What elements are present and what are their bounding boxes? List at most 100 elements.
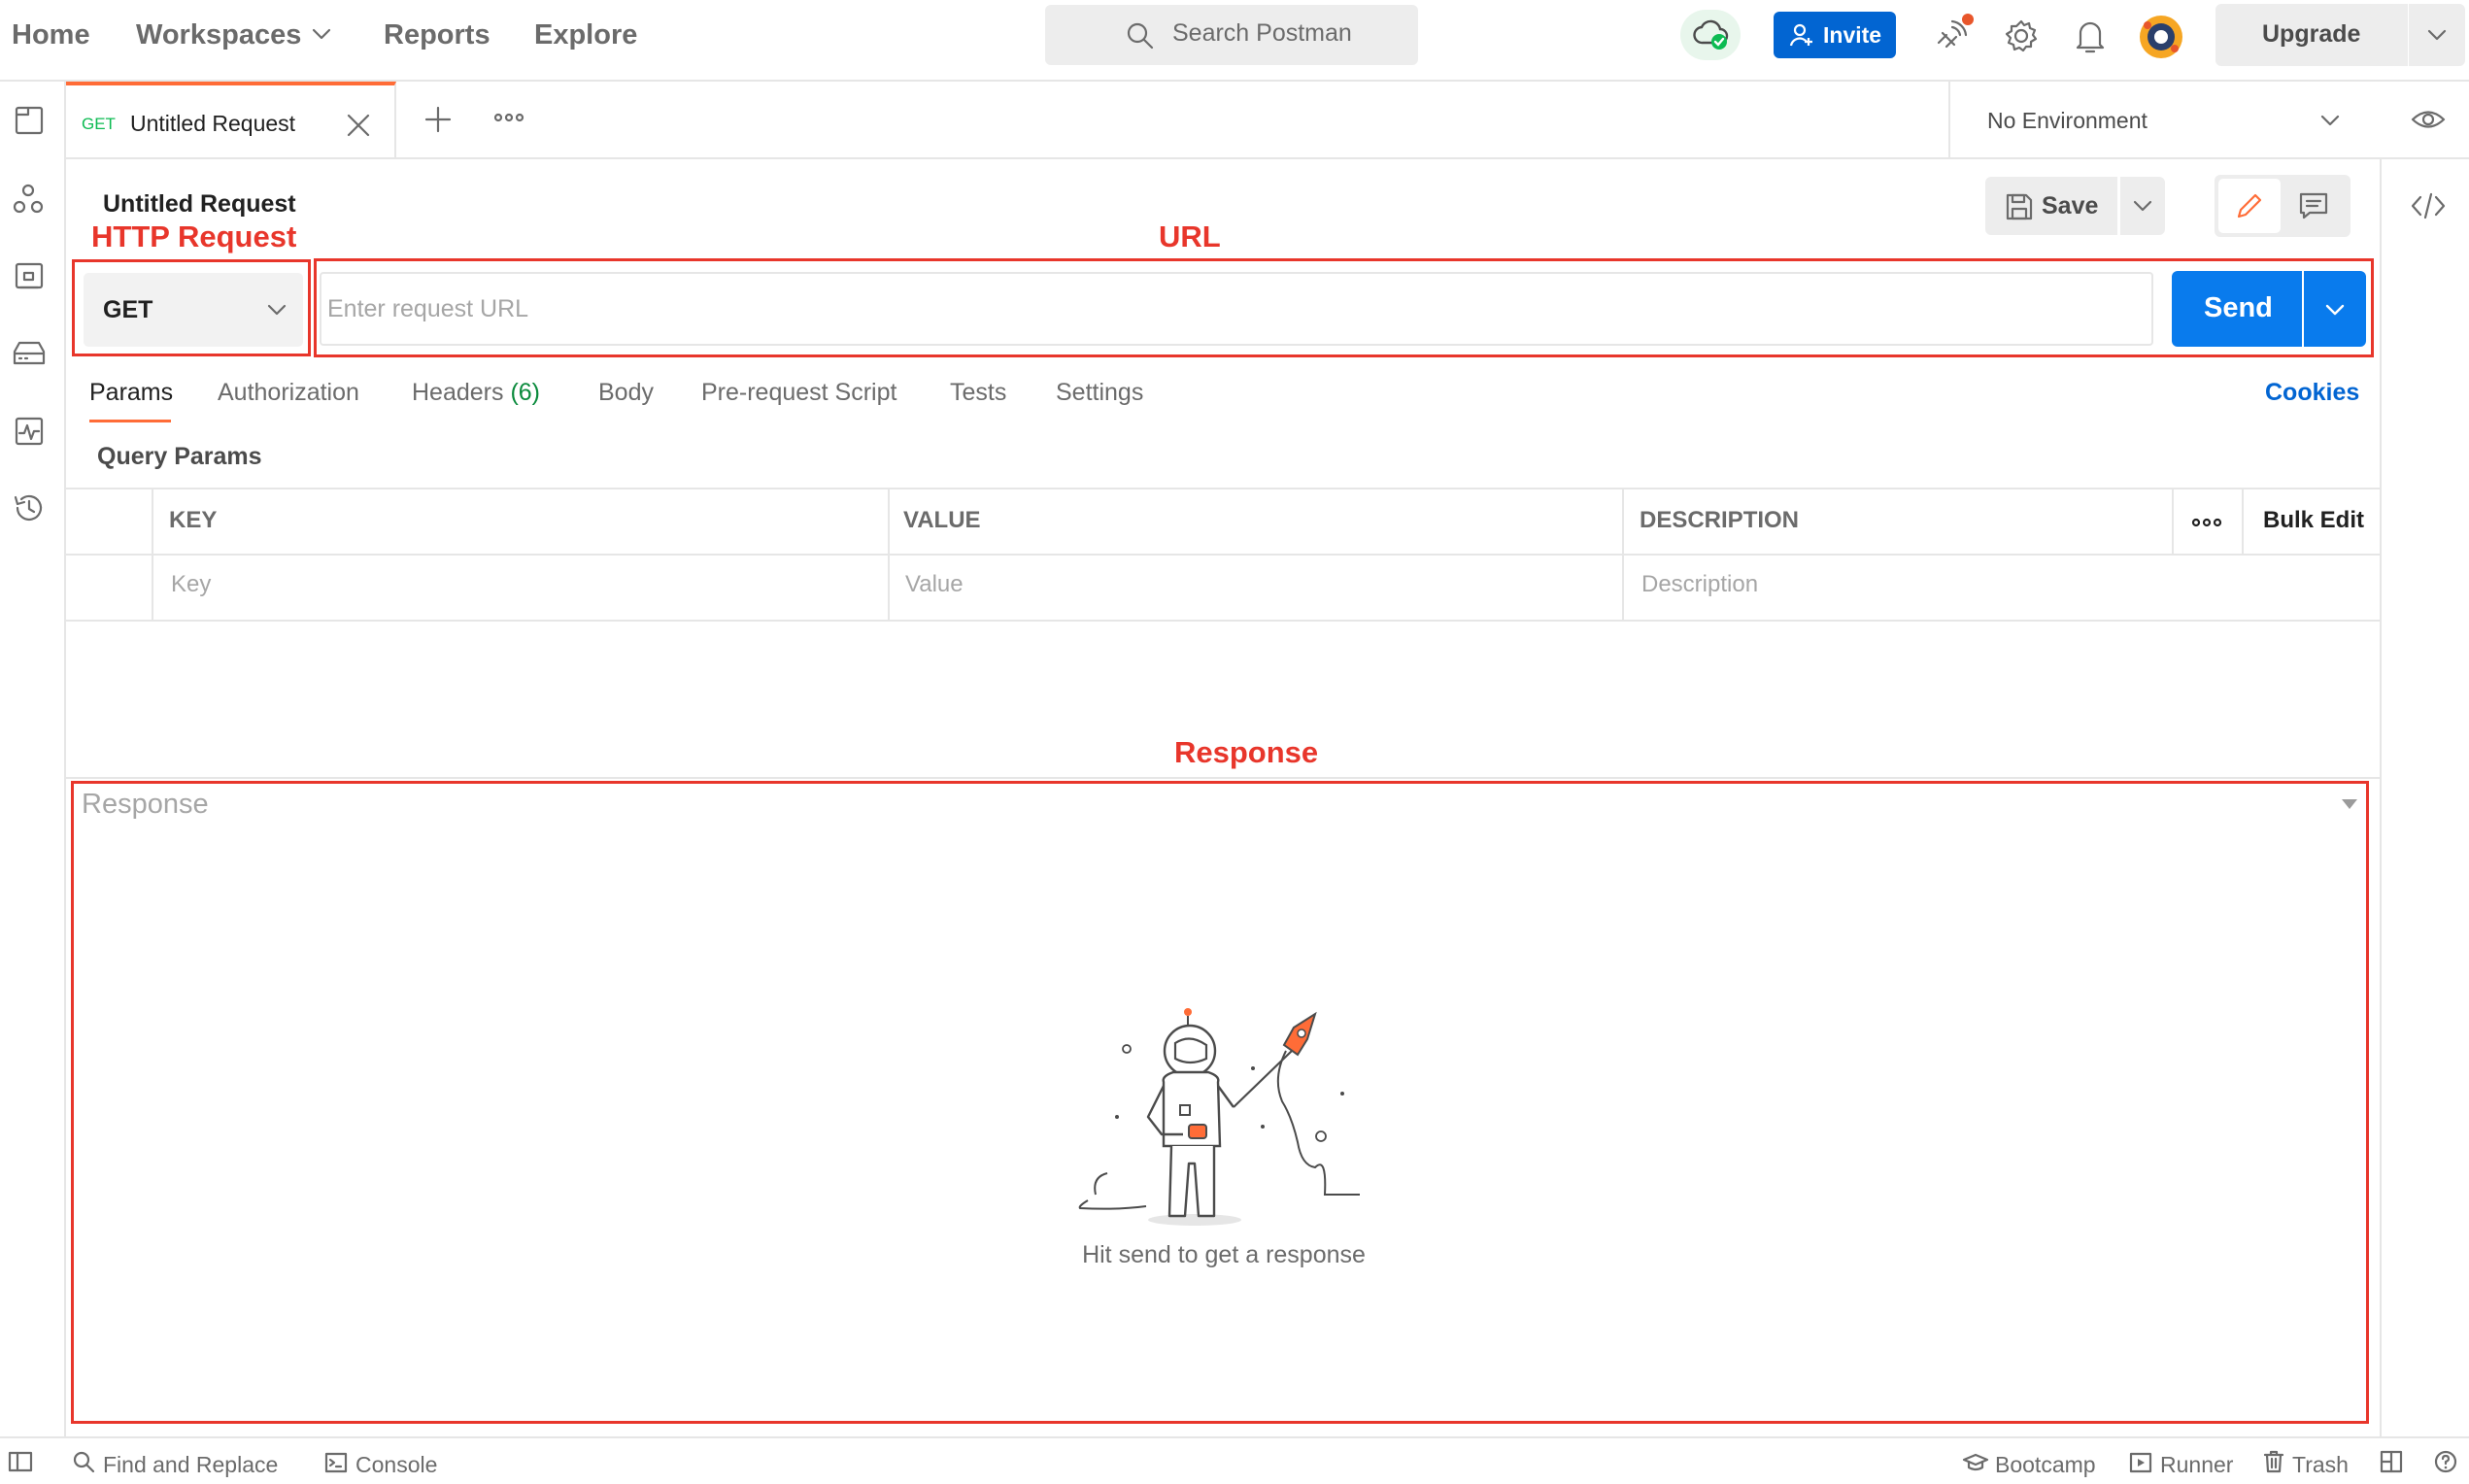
url-input[interactable]	[320, 272, 2153, 346]
upgrade-button[interactable]: Upgrade	[2215, 4, 2408, 66]
chevron-down-icon	[2426, 27, 2448, 43]
query-params-heading: Query Params	[97, 443, 262, 470]
bootcamp-button[interactable]: Bootcamp	[1995, 1452, 2096, 1478]
bootcamp-icon[interactable]	[1962, 1452, 1989, 1473]
annotation-response: Response	[1174, 735, 1319, 769]
send-options-button[interactable]	[2304, 271, 2366, 347]
two-pane-view-icon[interactable]	[2380, 1450, 2403, 1473]
search-input[interactable]: Search Postman	[1045, 5, 1418, 65]
http-method-select[interactable]: GET	[84, 273, 303, 347]
active-tab-indicator	[89, 420, 171, 422]
annotation-http-request: HTTP Request	[91, 219, 297, 253]
find-replace-icon[interactable]	[72, 1450, 95, 1473]
request-tabs-bar: GET Untitled Request No Environment	[66, 82, 2469, 159]
eye-icon[interactable]	[2411, 105, 2446, 134]
history-icon[interactable]	[12, 491, 47, 524]
sync-status[interactable]	[1680, 10, 1741, 60]
help-icon[interactable]	[2434, 1450, 2457, 1473]
column-header-value: VALUE	[903, 507, 981, 533]
tab-headers-label: Headers	[412, 379, 504, 406]
column-divider	[2242, 489, 2244, 554]
nav-home[interactable]: Home	[12, 17, 90, 52]
environments-icon[interactable]	[14, 260, 45, 291]
tab-headers[interactable]: Headers (6)	[412, 379, 540, 407]
comment-icon[interactable]	[2298, 191, 2329, 220]
response-heading: Response	[82, 789, 209, 820]
console-icon[interactable]	[324, 1452, 348, 1473]
collections-icon[interactable]	[14, 105, 45, 136]
bell-icon[interactable]	[2075, 17, 2106, 54]
request-title[interactable]: Untitled Request	[103, 190, 296, 219]
nav-reports[interactable]: Reports	[384, 17, 490, 52]
astronaut-rocket-illustration	[1078, 1000, 1370, 1231]
tab-settings[interactable]: Settings	[1056, 379, 1143, 407]
find-replace-button[interactable]: Find and Replace	[103, 1452, 278, 1478]
new-tab-plus-icon[interactable]	[423, 105, 453, 134]
tab-method-badge: GET	[82, 115, 116, 133]
chevron-down-icon	[2319, 113, 2341, 128]
avatar[interactable]	[2138, 14, 2184, 60]
satellite-icon[interactable]	[1933, 14, 1974, 54]
save-options-button[interactable]	[2120, 177, 2165, 235]
row-divider	[66, 554, 2380, 556]
left-sidebar	[0, 82, 66, 1436]
upgrade-label: Upgrade	[2262, 20, 2361, 48]
top-navigation-bar: Home Workspaces Reports Explore Search P…	[0, 0, 2469, 82]
column-divider	[2172, 489, 2174, 554]
environment-label: No Environment	[1987, 108, 2148, 133]
environment-selector[interactable]: No Environment	[1948, 82, 2366, 157]
chevron-down-icon	[2324, 302, 2346, 318]
toggle-sidebar-icon[interactable]	[8, 1451, 33, 1472]
nav-workspaces[interactable]: Workspaces	[136, 17, 301, 52]
right-sidebar	[2380, 158, 2469, 1436]
response-pane-divider[interactable]	[66, 777, 2380, 779]
bulk-edit-button[interactable]: Bulk Edit	[2263, 507, 2364, 534]
upgrade-menu-button[interactable]	[2409, 4, 2465, 66]
column-options-more-icon[interactable]	[2191, 516, 2222, 529]
apis-icon[interactable]	[12, 183, 45, 216]
nav-explore[interactable]: Explore	[534, 17, 637, 52]
console-button[interactable]: Console	[355, 1452, 437, 1478]
description-input[interactable]: Description	[1641, 571, 1758, 598]
headers-count-badge: (6)	[510, 379, 541, 406]
gear-icon[interactable]	[2004, 18, 2039, 53]
cloud-sync-icon	[1693, 17, 1730, 52]
key-input[interactable]: Key	[171, 571, 211, 598]
trash-icon[interactable]	[2263, 1450, 2284, 1473]
monitors-icon[interactable]	[14, 416, 45, 447]
send-button[interactable]: Send	[2172, 271, 2302, 347]
edit-mode-button[interactable]	[2218, 179, 2281, 233]
trash-button[interactable]: Trash	[2292, 1452, 2349, 1478]
tab-pre-request-script[interactable]: Pre-request Script	[701, 379, 896, 407]
code-icon[interactable]	[2411, 191, 2446, 220]
value-input[interactable]: Value	[905, 571, 964, 598]
runner-icon[interactable]	[2129, 1452, 2152, 1473]
tab-params[interactable]: Params	[89, 379, 173, 407]
workspaces-chevron-down-icon[interactable]	[311, 26, 332, 42]
view-mode-toggle	[2215, 175, 2351, 237]
mock-servers-icon[interactable]	[12, 338, 47, 369]
chevron-down-icon	[2132, 198, 2153, 214]
request-tab-untitled[interactable]: GET Untitled Request	[66, 82, 396, 157]
tab-authorization[interactable]: Authorization	[218, 379, 359, 407]
column-header-description: DESCRIPTION	[1640, 507, 1800, 533]
invite-button[interactable]: Invite	[1774, 12, 1896, 58]
cookies-link[interactable]: Cookies	[2265, 379, 2359, 407]
runner-button[interactable]: Runner	[2160, 1452, 2233, 1478]
save-button[interactable]: Save	[1985, 177, 2117, 235]
column-header-key: KEY	[169, 507, 218, 533]
save-icon	[2005, 192, 2034, 221]
collapse-caret-icon[interactable]	[2341, 798, 2358, 810]
add-user-icon	[1789, 22, 1816, 48]
close-icon[interactable]	[346, 113, 371, 138]
search-placeholder: Search Postman	[1172, 19, 1352, 47]
status-bar: Find and Replace Console Bootcamp Runner…	[0, 1436, 2469, 1484]
save-label: Save	[2042, 192, 2099, 219]
pencil-icon	[2235, 191, 2264, 220]
annotation-url: URL	[1159, 219, 1221, 253]
invite-label: Invite	[1823, 22, 1882, 48]
chevron-down-icon	[266, 302, 287, 318]
tab-tests[interactable]: Tests	[950, 379, 1006, 407]
tab-body[interactable]: Body	[598, 379, 654, 407]
tab-options-more-icon[interactable]	[493, 111, 524, 124]
